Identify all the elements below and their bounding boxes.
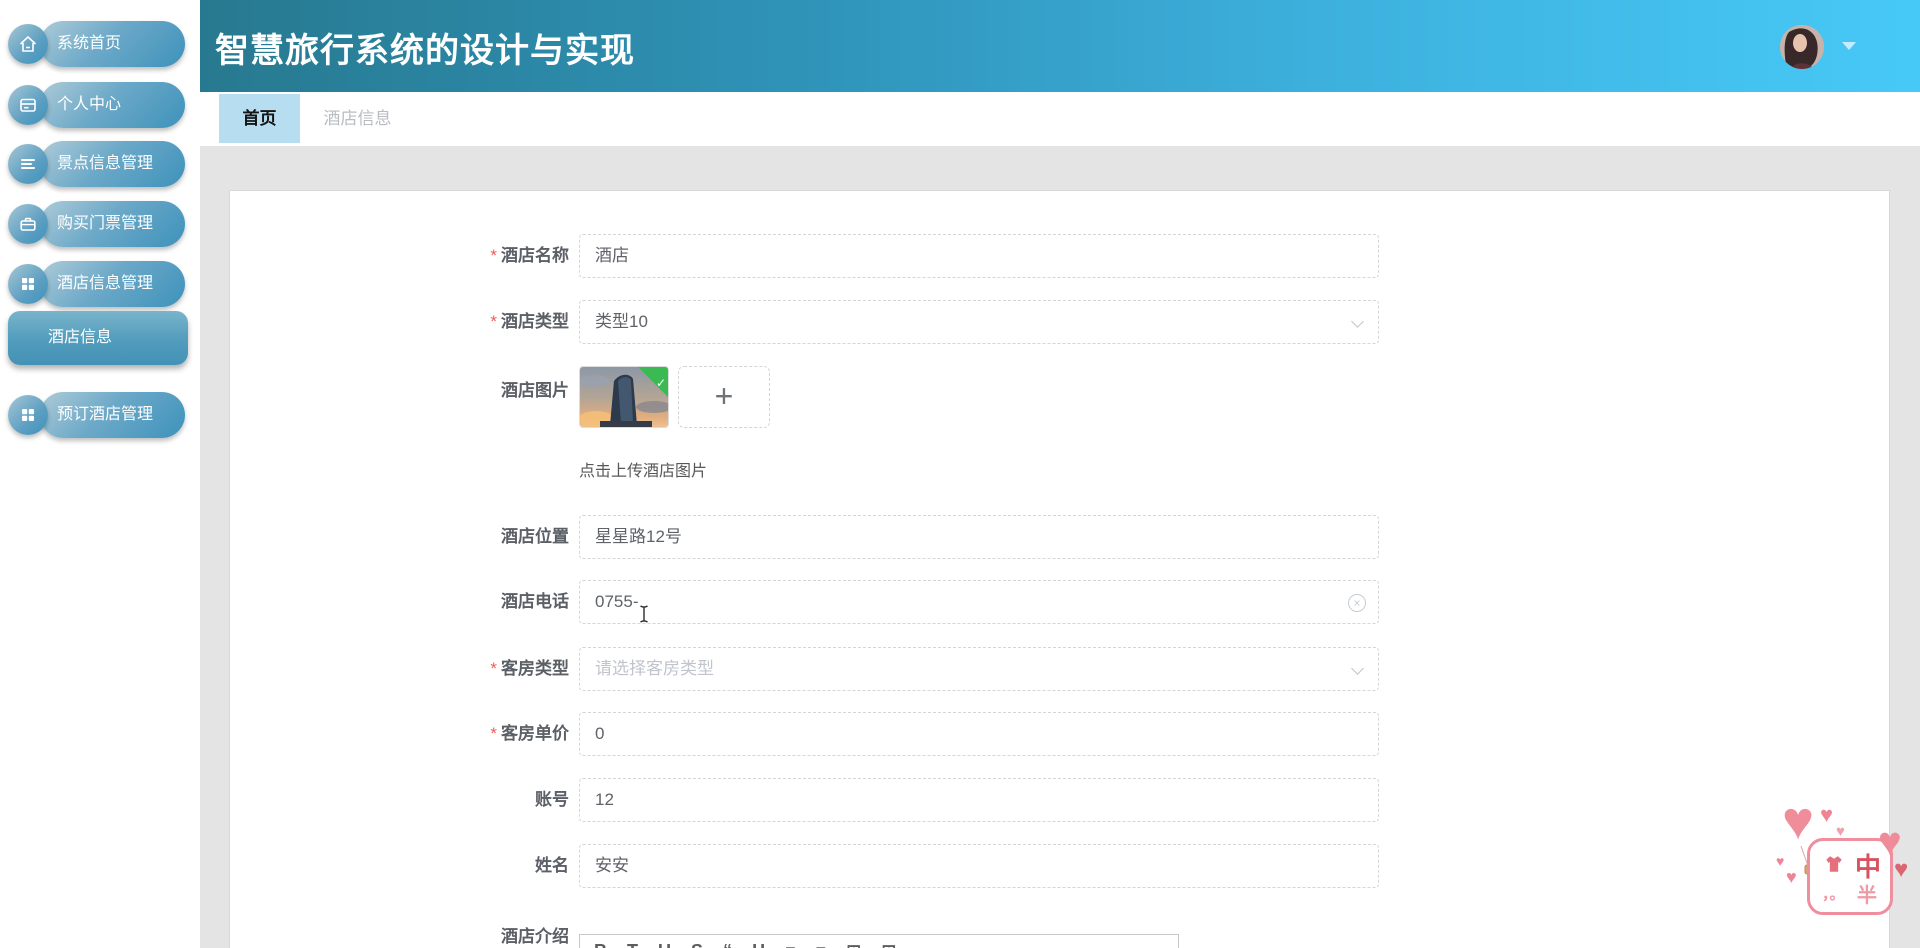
hotel-location-input[interactable]: 星星路12号 xyxy=(579,515,1379,559)
form-row-name: 姓名 安安 xyxy=(230,844,1889,888)
ime-punctuation-mode[interactable]: ，。 xyxy=(1822,883,1845,904)
heart-icon: ♥ xyxy=(1894,856,1909,883)
home-icon xyxy=(8,24,48,64)
sidebar-item-label[interactable]: 景点信息管理 xyxy=(40,141,185,187)
hotel-name-input[interactable]: 酒店 xyxy=(579,234,1379,278)
heart-balloon-icon: ♥ xyxy=(1782,791,1815,851)
form-row-room-price: * 客房单价 0 xyxy=(230,712,1889,756)
field-label: 姓名 xyxy=(535,856,569,875)
grid-icon xyxy=(8,395,48,435)
page-title: 智慧旅行系统的设计与实现 xyxy=(215,32,635,70)
sidebar: 系统首页 个人中心 景点信息管理 购买门票管理 酒店信息管理 酒店信息 预订酒店… xyxy=(0,0,200,948)
content-area: * 酒店名称 酒店 * 酒店类型 类型10 酒店图片 ✓ + 点击上传酒店图片 … xyxy=(199,146,1920,948)
required-mark: * xyxy=(490,659,497,678)
tab-home[interactable]: 首页 xyxy=(219,94,300,143)
title-icon[interactable]: T xyxy=(627,941,638,948)
form-row-hotel-type: * 酒店类型 类型10 xyxy=(230,300,1889,344)
field-label: 酒店位置 xyxy=(501,527,569,546)
field-label: * 客房类型 xyxy=(490,659,569,678)
sidebar-item-ticket[interactable]: 购买门票管理 xyxy=(0,201,200,247)
plus-icon: + xyxy=(714,378,734,414)
form-row-hotel-name: * 酒店名称 酒店 xyxy=(230,234,1889,278)
hotel-image-thumbnail[interactable]: ✓ xyxy=(579,366,669,428)
field-label: 酒店介绍 xyxy=(501,927,569,946)
check-icon: ✓ xyxy=(655,376,666,390)
field-label: * 客房单价 xyxy=(490,724,569,743)
ordered-list-icon[interactable]: ≡ xyxy=(785,941,796,948)
sidebar-item-profile[interactable]: 个人中心 xyxy=(0,82,200,128)
unordered-list-icon[interactable]: ≡ xyxy=(816,941,827,948)
form-row-hotel-location: 酒店位置 星星路12号 xyxy=(230,515,1889,559)
editor-toolbar: B T U S “ H ≡ ≡ ⊞ ⊞ xyxy=(580,935,1178,948)
image-icon[interactable]: ⊞ xyxy=(881,941,896,948)
tab-bar: 首页 酒店信息 xyxy=(199,92,1920,146)
heart-icon: ♥ xyxy=(1776,853,1785,869)
quote-icon[interactable]: “ xyxy=(723,941,732,948)
form-row-hotel-image: 酒店图片 ✓ + xyxy=(230,366,1889,428)
required-mark: * xyxy=(490,724,497,743)
field-label: 账号 xyxy=(535,790,569,809)
room-price-input[interactable]: 0 xyxy=(579,712,1379,756)
id-card-icon xyxy=(8,85,48,125)
sidebar-item-label[interactable]: 个人中心 xyxy=(40,82,185,128)
hotel-phone-input[interactable]: 0755- × xyxy=(579,580,1379,624)
table-icon[interactable]: ⊞ xyxy=(846,941,861,948)
upload-caption: 点击上传酒店图片 xyxy=(579,463,708,480)
sidebar-item-label[interactable]: 系统首页 xyxy=(40,21,185,67)
sidebar-item-booking-mgmt[interactable]: 预订酒店管理 xyxy=(0,392,200,438)
sidebar-item-hotel-info-mgmt[interactable]: 酒店信息管理 xyxy=(0,261,200,307)
chevron-down-icon xyxy=(1351,662,1364,675)
field-label: * 酒店类型 xyxy=(490,312,569,331)
form-row-account: 账号 12 xyxy=(230,778,1889,822)
list-icon xyxy=(8,144,48,184)
briefcase-icon xyxy=(8,204,48,244)
upload-caption-row: 点击上传酒店图片 xyxy=(230,457,1889,481)
room-type-select[interactable]: 请选择客房类型 xyxy=(579,647,1379,691)
field-label: 酒店电话 xyxy=(501,592,569,611)
strikethrough-icon[interactable]: S xyxy=(691,941,703,948)
ime-halfwidth-mode[interactable]: 半 xyxy=(1857,879,1877,908)
sidebar-item-label[interactable]: 预订酒店管理 xyxy=(40,392,185,438)
field-label: 酒店图片 xyxy=(501,381,569,400)
hotel-intro-editor[interactable]: B T U S “ H ≡ ≡ ⊞ ⊞ xyxy=(579,934,1179,948)
name-input[interactable]: 安安 xyxy=(579,844,1379,888)
sidebar-item-scenic-info[interactable]: 景点信息管理 xyxy=(0,141,200,187)
account-input[interactable]: 12 xyxy=(579,778,1379,822)
sidebar-item-label[interactable]: 酒店信息管理 xyxy=(40,261,185,307)
upload-image-button[interactable]: + xyxy=(678,366,770,428)
sidebar-item-home[interactable]: 系统首页 xyxy=(0,21,200,67)
hotel-type-select[interactable]: 类型10 xyxy=(579,300,1379,344)
required-mark: * xyxy=(490,312,497,331)
app-window: 系统首页 个人中心 景点信息管理 购买门票管理 酒店信息管理 酒店信息 预订酒店… xyxy=(0,0,1920,948)
text-cursor xyxy=(638,604,650,629)
user-avatar[interactable] xyxy=(1780,25,1824,69)
bold-icon[interactable]: B xyxy=(594,941,607,948)
tab-hotel-info[interactable]: 酒店信息 xyxy=(300,94,415,143)
ime-skin-shirt-icon xyxy=(1823,853,1845,880)
heart-icon: ♥ xyxy=(1820,802,1834,827)
form-panel: * 酒店名称 酒店 * 酒店类型 类型10 酒店图片 ✓ + 点击上传酒店图片 … xyxy=(229,190,1890,948)
underline-icon[interactable]: U xyxy=(658,941,671,948)
heading-icon[interactable]: H xyxy=(752,941,765,948)
sidebar-item-label[interactable]: 购买门票管理 xyxy=(40,201,185,247)
form-row-room-type: * 客房类型 请选择客房类型 xyxy=(230,647,1889,691)
heart-icon: ♥ xyxy=(1786,867,1797,887)
field-label: * 酒店名称 xyxy=(490,246,569,265)
clear-input-icon[interactable]: × xyxy=(1348,594,1366,612)
form-row-hotel-intro: 酒店介绍 B T U S “ H ≡ ≡ ⊞ ⊞ xyxy=(230,913,1889,948)
sidebar-subitem-hotel-info-active[interactable]: 酒店信息 xyxy=(8,311,188,365)
heart-icon: ♥ xyxy=(1836,823,1845,840)
required-mark: * xyxy=(490,246,497,265)
chevron-down-icon xyxy=(1351,315,1364,328)
form-row-hotel-phone: 酒店电话 0755- × xyxy=(230,580,1889,624)
header: 智慧旅行系统的设计与实现 xyxy=(199,0,1920,92)
chevron-down-icon[interactable] xyxy=(1842,42,1856,50)
grid-icon xyxy=(8,264,48,304)
